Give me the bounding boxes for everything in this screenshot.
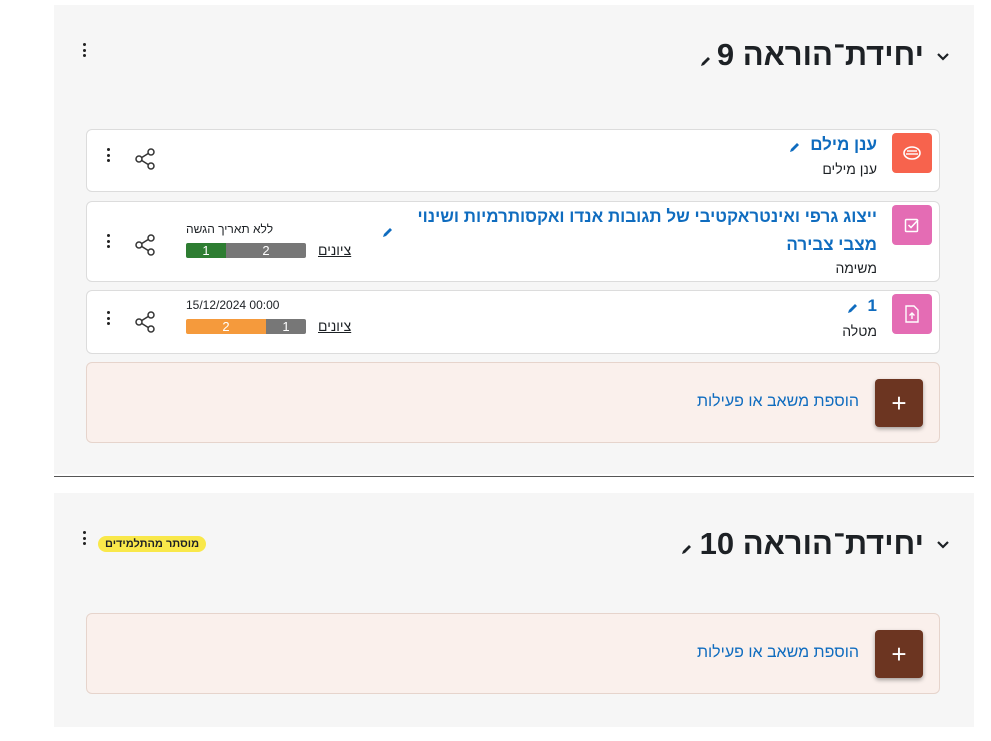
chevron-down-icon[interactable]	[936, 50, 950, 64]
grades-link[interactable]: ציונים	[318, 318, 351, 334]
activity-card-task: 1 מטלה 15/12/2024 00:00 2 1 ציונים	[86, 290, 940, 354]
bar-segment-right: 2	[226, 243, 306, 258]
activity-name-assignment[interactable]: ייצוג גרפי ואינטראקטיבי של תגובות אנדו ו…	[397, 203, 877, 259]
activity-menu-icon[interactable]	[104, 234, 112, 248]
section-10-header: מוסתר מהתלמידים יחידת־הוראה 10	[54, 493, 974, 583]
activity-menu-icon[interactable]	[104, 148, 112, 162]
section-10: מוסתר מהתלמידים יחידת־הוראה 10 + הוספת מ…	[54, 493, 974, 727]
bar-segment-right: 1	[266, 319, 306, 334]
add-activity-button[interactable]: +	[875, 630, 923, 678]
grades-progress-bar: 2 1	[186, 319, 306, 334]
share-icon[interactable]	[133, 147, 157, 171]
edit-activity-pencil-icon[interactable]	[382, 226, 394, 238]
section-9: יחידת־הוראה 9 ענן מילם ענן מילים ייצוג ג…	[54, 5, 974, 474]
section-9-title: יחידת־הוראה 9	[716, 37, 924, 72]
file-upload-icon	[892, 294, 932, 334]
edit-title-pencil-icon[interactable]	[700, 55, 712, 67]
edit-activity-pencil-icon[interactable]	[847, 302, 859, 314]
chevron-down-icon[interactable]	[936, 538, 950, 552]
section-10-menu-icon[interactable]	[80, 531, 88, 545]
section-9-menu-icon[interactable]	[80, 43, 88, 57]
add-activity-label[interactable]: הוספת משאב או פעילות	[697, 644, 859, 662]
activity-name-wordcloud[interactable]: ענן מילם	[810, 131, 877, 159]
add-activity-area: + הוספת משאב או פעילות	[86, 613, 940, 694]
bar-segment-left: 1	[186, 243, 226, 258]
activity-card-assignment: ייצוג גרפי ואינטראקטיבי של תגובות אנדו ו…	[86, 201, 940, 282]
due-date-text: ללא תאריך הגשה	[186, 222, 274, 236]
add-activity-label[interactable]: הוספת משאב או פעילות	[697, 393, 859, 411]
add-activity-area: + הוספת משאב או פעילות	[86, 362, 940, 443]
share-icon[interactable]	[133, 233, 157, 257]
bar-segment-left: 2	[186, 319, 266, 334]
share-icon[interactable]	[133, 310, 157, 334]
activity-type-wordcloud: ענן מילים	[822, 161, 877, 177]
activity-type-assignment: משימה	[835, 260, 877, 276]
activity-menu-icon[interactable]	[104, 311, 112, 325]
hidden-from-students-badge: מוסתר מהתלמידים	[98, 536, 207, 552]
activity-name-task[interactable]: 1	[868, 292, 877, 320]
activity-card-wordcloud: ענן מילם ענן מילים	[86, 129, 940, 192]
section-9-header: יחידת־הוראה 9	[54, 5, 974, 95]
edit-title-pencil-icon[interactable]	[681, 543, 693, 555]
grades-link[interactable]: ציונים	[318, 242, 351, 258]
edit-activity-pencil-icon[interactable]	[789, 141, 801, 153]
grades-progress-bar: 1 2	[186, 243, 306, 258]
due-date-text: 15/12/2024 00:00	[186, 298, 280, 312]
activity-type-task: מטלה	[842, 323, 877, 339]
wordcloud-icon	[892, 133, 932, 173]
section-divider	[54, 476, 974, 477]
section-10-title: יחידת־הוראה 10	[699, 526, 924, 561]
assignment-check-icon	[892, 205, 932, 245]
add-activity-button[interactable]: +	[875, 379, 923, 427]
